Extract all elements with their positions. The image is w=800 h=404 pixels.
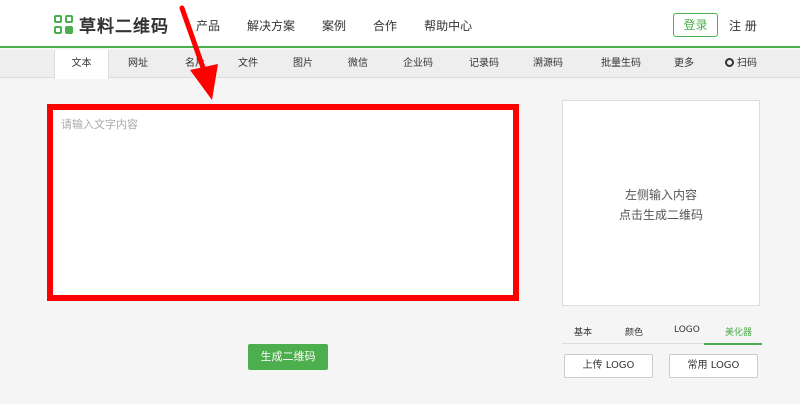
qr-type-tabs: 文本 网址 名片 文件 图片 微信 企业码 记录码 溯源码 批量生码 更多 扫码 (0, 50, 800, 79)
tab-url[interactable]: 网址 (118, 50, 158, 78)
tab-image[interactable]: 图片 (283, 50, 323, 78)
style-tab-color[interactable]: 颜色 (625, 325, 643, 338)
camera-icon (725, 58, 734, 67)
tab-file[interactable]: 文件 (228, 50, 268, 78)
common-logo-button[interactable]: 常用 LOGO (669, 354, 758, 378)
tab-scan[interactable]: 扫码 (716, 50, 766, 78)
preview-hint-line1: 左侧输入内容 (624, 188, 697, 202)
tab-trace[interactable]: 溯源码 (524, 50, 572, 78)
style-tabs: 基本 颜色 LOGO 美化器 (562, 322, 762, 344)
nav-item-help[interactable]: 帮助中心 (424, 17, 472, 34)
qr-preview-panel: 左侧输入内容 点击生成二维码 (562, 100, 760, 306)
style-tab-beautify[interactable]: 美化器 (725, 325, 752, 338)
style-tab-basic[interactable]: 基本 (574, 325, 592, 338)
tab-text[interactable]: 文本 (54, 50, 109, 79)
text-content-input[interactable] (53, 110, 513, 295)
nav-item-cases[interactable]: 案例 (322, 17, 346, 34)
main-nav: 产品 解决方案 案例 合作 帮助中心 (196, 17, 499, 34)
generate-qr-button[interactable]: 生成二维码 (248, 344, 328, 370)
top-header: 草料二维码 产品 解决方案 案例 合作 帮助中心 登录 注 册 (0, 0, 800, 48)
nav-item-cooperation[interactable]: 合作 (373, 17, 397, 34)
text-editor-frame (47, 104, 519, 301)
upload-logo-button[interactable]: 上传 LOGO (564, 354, 653, 378)
tab-wechat[interactable]: 微信 (338, 50, 378, 78)
login-button[interactable]: 登录 (673, 13, 718, 37)
qr-logo-icon (54, 14, 74, 35)
nav-item-solutions[interactable]: 解决方案 (247, 17, 295, 34)
annotation-arrow-icon (179, 5, 218, 100)
brand-name: 草料二维码 (79, 17, 169, 37)
tab-record[interactable]: 记录码 (460, 50, 508, 78)
tab-batch[interactable]: 批量生码 (592, 50, 650, 78)
register-link[interactable]: 注 册 (729, 17, 757, 34)
tab-enterprise[interactable]: 企业码 (394, 50, 442, 78)
brand-logo[interactable]: 草料二维码 (54, 12, 169, 37)
style-tab-logo[interactable]: LOGO (674, 325, 700, 335)
tab-more[interactable]: 更多 (664, 50, 704, 78)
preview-hint-line2: 点击生成二维码 (618, 208, 703, 222)
tab-scan-label: 扫码 (737, 58, 757, 69)
active-style-tab-indicator (704, 343, 762, 345)
